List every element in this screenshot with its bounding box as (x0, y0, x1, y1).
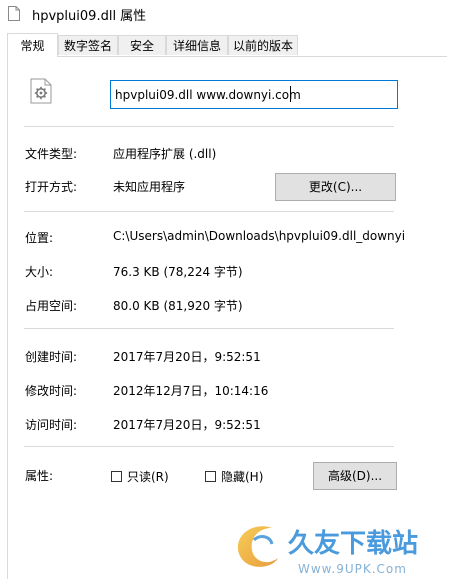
separator (24, 211, 394, 212)
window-title: hpvplui09.dll 属性 (32, 9, 147, 24)
size-label: 大小: (25, 265, 54, 279)
accessed-label: 访问时间: (25, 418, 78, 432)
tab-bar: 常规 数字签名 安全 详细信息 以前的版本 (0, 33, 449, 57)
location-value: C:\Users\admin\Downloads\hpvplui09.dll_d… (113, 229, 405, 243)
opens-with-value: 未知应用程序 (113, 180, 186, 194)
watermark-url: Www.9UPK.Com (298, 562, 407, 576)
opens-with-label: 打开方式: (25, 180, 78, 194)
watermark-brand: 久友下载站 (288, 529, 418, 559)
tab-details[interactable]: 详细信息 (166, 35, 228, 55)
change-button[interactable]: 更改(C)... (275, 173, 396, 201)
file-type-label: 文件类型: (25, 147, 78, 161)
attributes-label: 属性: (25, 469, 54, 483)
text-caret (290, 86, 291, 102)
hidden-label[interactable]: 隐藏(H) (221, 468, 263, 485)
hidden-checkbox[interactable] (205, 471, 216, 482)
modified-value: 2012年12月7日，10:14:16 (113, 384, 269, 398)
tab-general[interactable]: 常规 (7, 33, 58, 57)
readonly-label[interactable]: 只读(R) (127, 468, 169, 485)
site-watermark-logo: 久友下载站 Www.9UPK.Com (237, 526, 418, 576)
location-label: 位置: (25, 231, 54, 245)
tab-security[interactable]: 安全 (118, 35, 166, 55)
file-type-value: 应用程序扩展 (.dll) (113, 147, 217, 161)
created-label: 创建时间: (25, 350, 78, 364)
size-on-disk-label: 占用空间: (25, 299, 78, 313)
accessed-value: 2017年7月20日，9:52:51 (113, 418, 261, 432)
separator (24, 446, 394, 447)
readonly-checkbox[interactable] (111, 471, 122, 482)
separator (24, 126, 394, 127)
general-panel (7, 56, 447, 579)
file-icon (8, 6, 20, 21)
title-bar: hpvplui09.dll 属性 (0, 0, 449, 28)
separator (24, 328, 394, 329)
size-value: 76.3 KB (78,224 字节) (113, 265, 243, 279)
advanced-button[interactable]: 高级(D)... (313, 462, 397, 490)
size-on-disk-value: 80.0 KB (81,920 字节) (113, 299, 243, 313)
tab-previous-versions[interactable]: 以前的版本 (228, 35, 298, 55)
created-value: 2017年7月20日，9:52:51 (113, 350, 261, 364)
tab-digital-signatures[interactable]: 数字签名 (58, 35, 118, 55)
dll-gear-icon (30, 78, 52, 104)
file-name-input[interactable] (110, 80, 398, 109)
modified-label: 修改时间: (25, 384, 78, 398)
